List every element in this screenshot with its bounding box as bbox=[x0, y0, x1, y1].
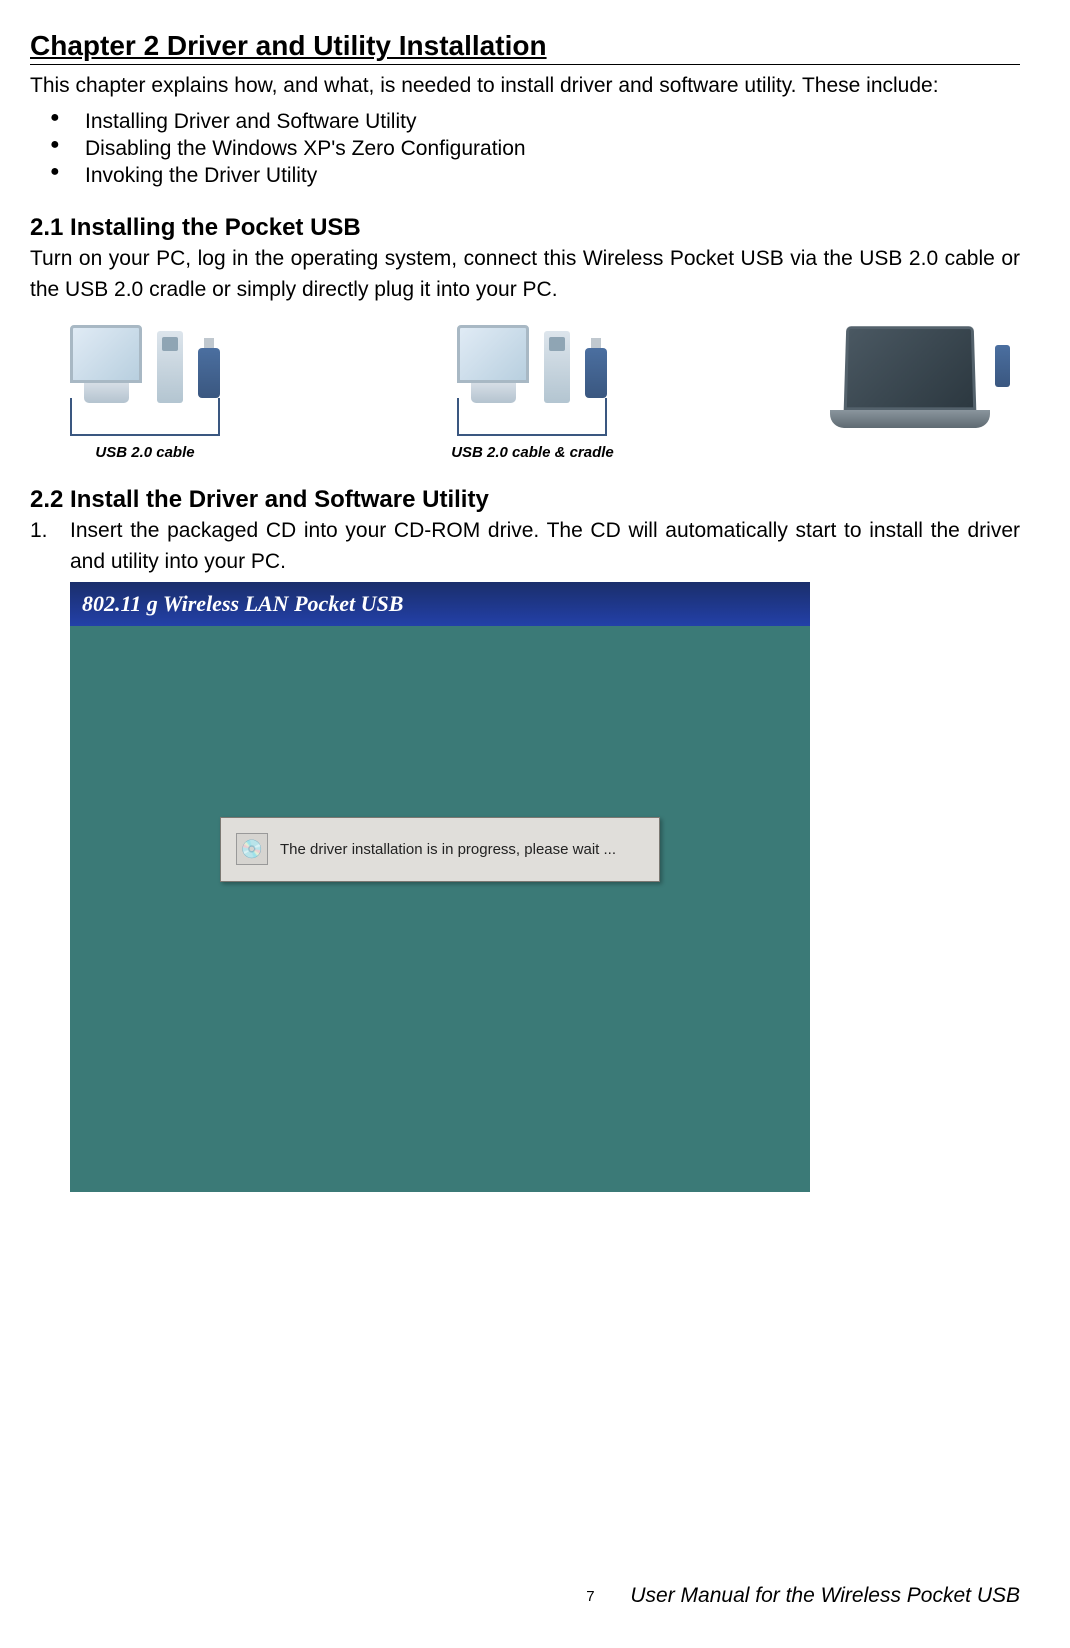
usb-dongle-icon bbox=[995, 345, 1010, 387]
usb-cable-icon bbox=[457, 398, 607, 436]
installer-screenshot: 802.11 g Wireless LAN Pocket USB 💿 The d… bbox=[70, 582, 810, 1192]
bullet-item: Invoking the Driver Utility bbox=[85, 162, 1020, 189]
laptop-icon bbox=[844, 327, 977, 411]
pc-tower-icon bbox=[157, 331, 183, 403]
installer-titlebar: 802.11 g Wireless LAN Pocket USB bbox=[70, 582, 810, 626]
page-footer: 7 User Manual for the Wireless Pocket US… bbox=[586, 1584, 1020, 1608]
monitor-icon bbox=[457, 325, 529, 403]
section-2-1-text: Turn on your PC, log in the operating sy… bbox=[30, 244, 1020, 305]
chapter-bullets: Installing Driver and Software Utility D… bbox=[85, 108, 1020, 190]
step-number: 1. bbox=[30, 516, 48, 546]
chapter-intro: This chapter explains how, and what, is … bbox=[30, 70, 1020, 103]
bullet-item: Disabling the Windows XP's Zero Configur… bbox=[85, 135, 1020, 162]
usb-cable-icon bbox=[70, 398, 220, 436]
caption-cable: USB 2.0 cable bbox=[95, 444, 194, 461]
step-1: 1. Insert the packaged CD into your CD-R… bbox=[70, 516, 1020, 577]
pc-tower-icon bbox=[544, 331, 570, 403]
monitor-icon bbox=[70, 325, 142, 403]
usb-dongle-icon bbox=[198, 348, 220, 398]
usb-dongle-icon bbox=[585, 348, 607, 398]
progress-dialog: 💿 The driver installation is in progress… bbox=[220, 817, 660, 882]
setup-icon: 💿 bbox=[236, 833, 268, 865]
illus-cradle: USB 2.0 cable & cradle bbox=[451, 325, 614, 461]
step-text: Insert the packaged CD into your CD-ROM … bbox=[70, 519, 1020, 572]
caption-cradle: USB 2.0 cable & cradle bbox=[451, 444, 614, 461]
installer-body: 💿 The driver installation is in progress… bbox=[70, 626, 810, 1192]
section-2-1-heading: 2.1 Installing the Pocket USB bbox=[30, 214, 1020, 242]
connection-illustrations: USB 2.0 cable USB 2.0 cable & cradle bbox=[30, 315, 1020, 471]
manual-title: User Manual for the Wireless Pocket USB bbox=[630, 1584, 1020, 1607]
bullet-item: Installing Driver and Software Utility bbox=[85, 108, 1020, 135]
dialog-text: The driver installation is in progress, … bbox=[280, 841, 616, 858]
section-2-2-heading: 2.2 Install the Driver and Software Util… bbox=[30, 486, 1020, 514]
chapter-title: Chapter 2 Driver and Utility Installatio… bbox=[30, 30, 1020, 65]
page-number: 7 bbox=[586, 1588, 594, 1605]
illus-laptop bbox=[845, 325, 990, 461]
installer-title: 802.11 g Wireless LAN Pocket USB bbox=[82, 591, 403, 617]
illus-cable: USB 2.0 cable bbox=[70, 325, 220, 461]
